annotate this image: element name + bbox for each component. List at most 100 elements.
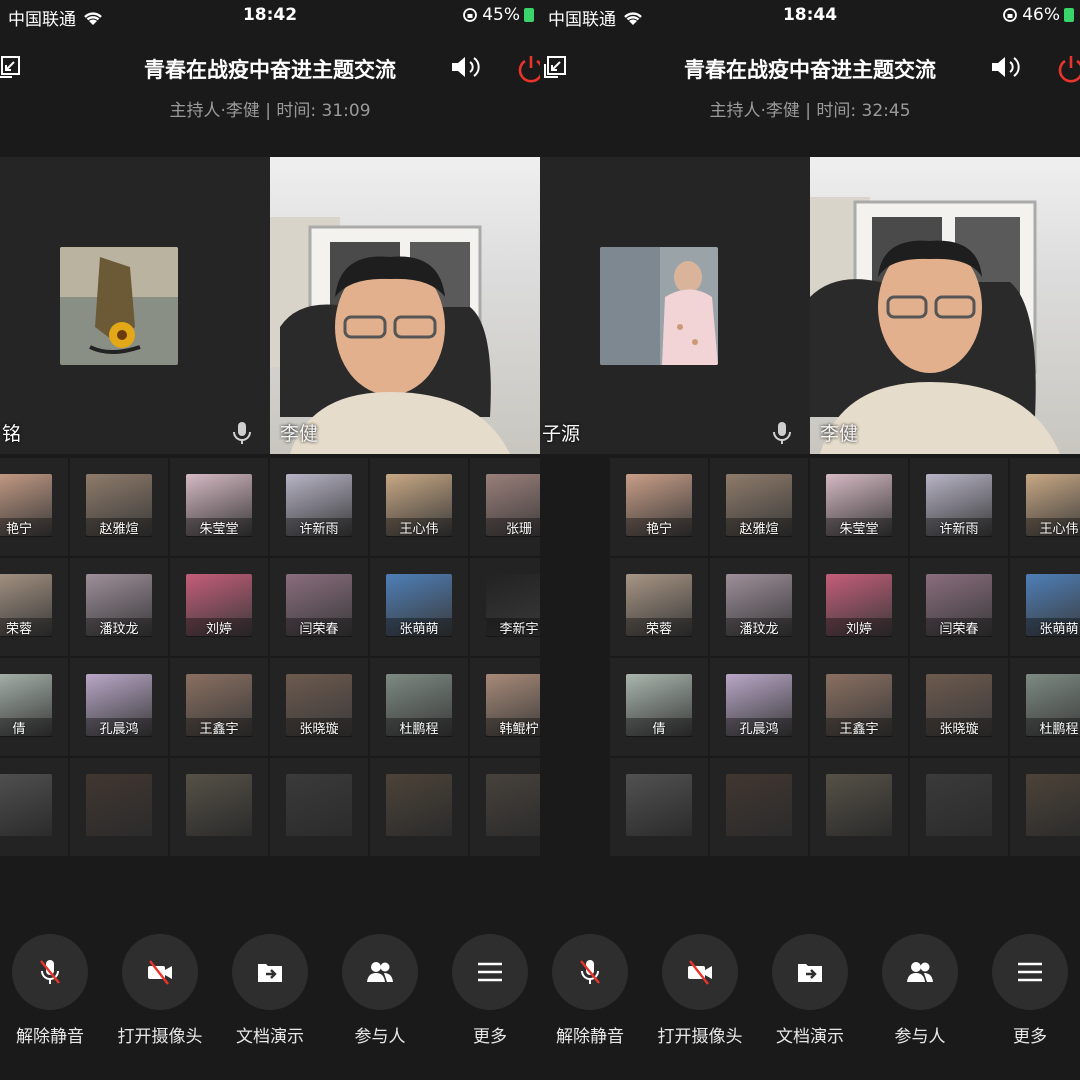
speaker-icon[interactable]	[990, 54, 1024, 80]
participant-cell[interactable]: 王心伟	[370, 458, 468, 556]
participant-cell[interactable]: 倩	[610, 658, 708, 756]
participant-cell[interactable]	[710, 758, 808, 856]
participant-name: 荣蓉	[626, 618, 692, 637]
toolbar-label: 文档演示	[776, 1027, 844, 1047]
participant-name: 韩鲲柠	[486, 718, 540, 737]
participant-cell[interactable]	[170, 758, 268, 856]
orientation-lock-icon	[463, 8, 478, 22]
participant-cell[interactable]: 王心伟	[1010, 458, 1080, 556]
participant-name: 李健	[820, 423, 859, 445]
participant-cell[interactable]: 倩	[0, 658, 68, 756]
document-share-icon[interactable]	[232, 934, 308, 1010]
camera-off-icon[interactable]	[122, 934, 198, 1010]
participants-icon[interactable]	[342, 934, 418, 1010]
participant-cell[interactable]: 刘婷	[810, 558, 908, 656]
participant-cell[interactable]: 王鑫宇	[170, 658, 268, 756]
participant-cell[interactable]: 许新雨	[270, 458, 368, 556]
participant-cell[interactable]: 韩鲲柠	[470, 658, 540, 756]
video-tile-host[interactable]: 李健	[270, 157, 540, 454]
participant-name: 荣蓉	[0, 618, 52, 637]
participant-grid: 艳宁赵雅煊朱莹堂许新雨王心伟张珊荣蓉潘玟龙刘婷闫荣春张萌萌李新宇倩孔晨鸿王鑫宇张…	[540, 458, 1080, 858]
participant-name: 李健	[280, 423, 319, 445]
participant-cell[interactable]: 潘玟龙	[70, 558, 168, 656]
participant-cell[interactable]: 闫荣春	[910, 558, 1008, 656]
participant-cell[interactable]	[370, 758, 468, 856]
toolbar-button-participants[interactable]: 参与人	[865, 934, 975, 1054]
toolbar-button-mic-muted[interactable]: 解除静音	[0, 934, 105, 1054]
mic-muted-icon[interactable]	[552, 934, 628, 1010]
participant-cell[interactable]: 赵雅煊	[710, 458, 808, 556]
participant-cell[interactable]: 潘玟龙	[710, 558, 808, 656]
participant-name: 潘玟龙	[86, 618, 152, 637]
leave-meeting-icon[interactable]	[1056, 54, 1080, 84]
participant-cell[interactable]	[70, 758, 168, 856]
toolbar-button-mic-muted[interactable]: 解除静音	[540, 934, 645, 1054]
participant-cell[interactable]: 朱莹堂	[170, 458, 268, 556]
participant-cell[interactable]: 闫荣春	[270, 558, 368, 656]
participant-cell[interactable]: 刘婷	[170, 558, 268, 656]
participant-cell[interactable]: 赵雅煊	[70, 458, 168, 556]
toolbar-button-camera-off[interactable]: 打开摄像头	[105, 934, 215, 1054]
menu-icon[interactable]	[452, 934, 528, 1010]
battery-icon	[1064, 8, 1074, 22]
participant-name: 孔晨鸿	[86, 718, 152, 737]
participant-name: 张萌萌	[1026, 618, 1080, 637]
toolbar-button-menu[interactable]: 更多	[975, 934, 1080, 1054]
participant-cell[interactable]: 李新宇	[470, 558, 540, 656]
toolbar-button-participants[interactable]: 参与人	[325, 934, 435, 1054]
participant-cell[interactable]	[610, 758, 708, 856]
participant-cell[interactable]	[810, 758, 908, 856]
toolbar-label: 参与人	[894, 1027, 946, 1047]
participant-cell[interactable]: 荣蓉	[610, 558, 708, 656]
meeting-header: 青春在战疫中奋进主题交流 主持人·李健 | 时间: 31:09	[0, 42, 540, 132]
participant-cell[interactable]: 杜鹏程	[370, 658, 468, 756]
avatar	[86, 774, 152, 836]
participant-name: 赵雅煊	[726, 518, 792, 537]
avatar	[926, 774, 992, 836]
participant-cell[interactable]: 张萌萌	[370, 558, 468, 656]
participant-grid: 艳宁赵雅煊朱莹堂许新雨王心伟张珊荣蓉 潘玟龙 刘婷闫荣春张萌萌李新宇倩孔晨鸿王鑫宇张…	[0, 458, 540, 858]
document-share-icon[interactable]	[772, 934, 848, 1010]
participant-name: 孔晨鸿	[726, 718, 792, 737]
participant-cell[interactable]	[270, 758, 368, 856]
participant-cell[interactable]: 朱莹堂	[810, 458, 908, 556]
participant-cell[interactable]: 张晓璇	[910, 658, 1008, 756]
participant-cell[interactable]: 荣蓉	[0, 558, 68, 656]
toolbar-button-menu[interactable]: 更多	[435, 934, 540, 1054]
participant-name: 赵雅煊	[86, 518, 152, 537]
meeting-screen-right: 中国联通 18:44 46% 青春在战疫中奋进主题交流 主持人·李健 | 时间:…	[540, 0, 1080, 1080]
participant-name: 刘婷	[826, 618, 892, 637]
participant-cell[interactable]: 王鑫宇	[810, 658, 908, 756]
participants-icon[interactable]	[882, 934, 958, 1010]
video-tile[interactable]: 铭	[0, 157, 270, 454]
participant-cell[interactable]: 张珊	[470, 458, 540, 556]
participant-cell[interactable]: 孔晨鸿	[70, 658, 168, 756]
participant-cell[interactable]: 张晓璇	[270, 658, 368, 756]
participant-cell[interactable]: 杜鹏程	[1010, 658, 1080, 756]
toolbar-button-document-share[interactable]: 文档演示	[215, 934, 325, 1054]
leave-meeting-icon[interactable]	[516, 54, 540, 84]
participant-cell[interactable]	[1010, 758, 1080, 856]
camera-off-icon[interactable]	[662, 934, 738, 1010]
participant-cell[interactable]	[910, 758, 1008, 856]
participant-cell[interactable]	[0, 758, 68, 856]
participant-cell[interactable]: 许新雨	[910, 458, 1008, 556]
avatar	[826, 774, 892, 836]
video-tile-host[interactable]: 李健	[810, 157, 1080, 454]
toolbar-button-camera-off[interactable]: 打开摄像头	[645, 934, 755, 1054]
mic-muted-icon[interactable]	[12, 934, 88, 1010]
participant-cell[interactable]	[470, 758, 540, 856]
video-tile[interactable]: 子源	[540, 157, 810, 454]
participant-name: 刘婷	[186, 618, 252, 637]
participant-name: 张晓璇	[926, 718, 992, 737]
participant-cell[interactable]: 张萌萌	[1010, 558, 1080, 656]
speaker-icon[interactable]	[450, 54, 484, 80]
toolbar-button-document-share[interactable]: 文档演示	[755, 934, 865, 1054]
orientation-lock-icon	[1003, 8, 1018, 22]
participant-cell[interactable]: 艳宁	[610, 458, 708, 556]
participant-cell[interactable]: 孔晨鸿	[710, 658, 808, 756]
participant-cell[interactable]: 艳宁	[0, 458, 68, 556]
participant-name: 子源	[542, 423, 581, 445]
host-video-icon	[270, 217, 510, 454]
menu-icon[interactable]	[992, 934, 1068, 1010]
